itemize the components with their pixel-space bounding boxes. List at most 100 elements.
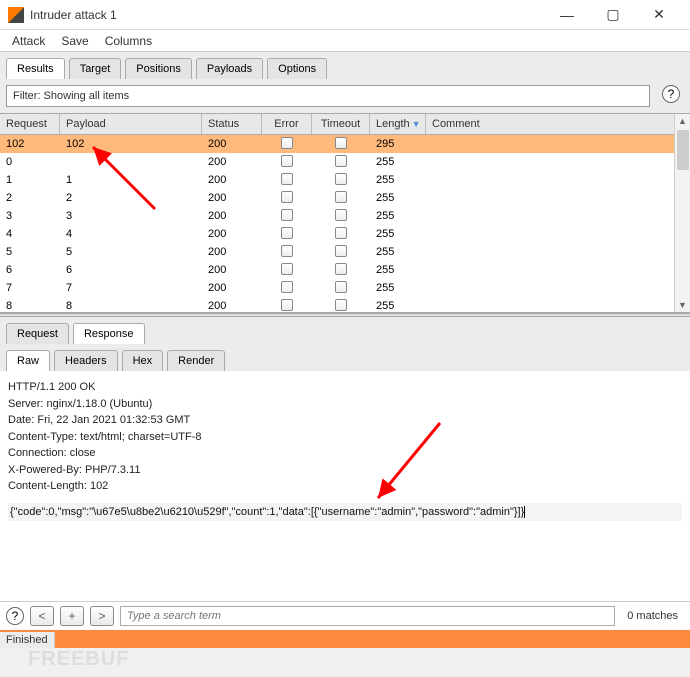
col-request[interactable]: Request [0,114,60,134]
cell-length: 295 [370,136,426,152]
scroll-down-icon[interactable]: ▼ [678,298,687,312]
cell-timeout [312,207,370,226]
tab-render[interactable]: Render [167,350,225,371]
checkbox-icon [281,281,293,293]
search-prev-button[interactable]: < [30,606,54,626]
help-icon[interactable]: ? [6,607,24,625]
menu-columns[interactable]: Columns [99,32,158,50]
checkbox-icon [281,191,293,203]
cell-payload: 6 [60,262,202,278]
cell-payload: 1 [60,172,202,188]
status-label: Finished [0,632,55,648]
matches-label: 0 matches [621,610,684,622]
close-button[interactable] [636,6,682,23]
cell-error [262,153,312,172]
col-comment[interactable]: Comment [426,114,690,134]
menu-attack[interactable]: Attack [6,32,51,50]
table-row[interactable]: 102102200295 [0,135,690,153]
cell-timeout [312,171,370,190]
cell-payload: 7 [60,280,202,296]
cell-status: 200 [202,154,262,170]
cell-comment [426,142,690,146]
col-payload[interactable]: Payload [60,114,202,134]
cell-payload: 4 [60,226,202,242]
cell-length: 255 [370,226,426,242]
text-cursor [524,506,525,518]
checkbox-icon [335,263,347,275]
table-row[interactable]: 44200255 [0,225,690,243]
cell-payload [60,160,202,164]
tab-request[interactable]: Request [6,323,69,344]
table-row[interactable]: 55200255 [0,243,690,261]
detail-area: Request Response Raw Headers Hex Render … [0,317,690,630]
tab-raw[interactable]: Raw [6,350,50,371]
detail-subtabs: Raw Headers Hex Render [0,344,690,371]
cell-request: 1 [0,172,60,188]
table-row[interactable]: 66200255 [0,261,690,279]
vertical-scrollbar[interactable]: ▲ ▼ [674,114,690,312]
tab-payloads[interactable]: Payloads [196,58,263,79]
scroll-up-icon[interactable]: ▲ [678,114,687,128]
tab-positions[interactable]: Positions [125,58,192,79]
cell-request: 8 [0,298,60,313]
table-row[interactable]: 22200255 [0,189,690,207]
raw-view[interactable]: HTTP/1.1 200 OKServer: nginx/1.18.0 (Ubu… [0,371,690,601]
table-row[interactable]: 77200255 [0,279,690,297]
scroll-thumb[interactable] [677,130,689,170]
col-timeout[interactable]: Timeout [312,114,370,134]
sort-indicator-icon: ▼ [412,119,421,129]
search-add-button[interactable]: + [60,606,84,626]
cell-timeout [312,297,370,314]
help-icon[interactable]: ? [662,85,680,103]
cell-error [262,279,312,298]
cell-request: 7 [0,280,60,296]
cell-payload: 2 [60,190,202,206]
cell-timeout [312,279,370,298]
menu-save[interactable]: Save [55,32,94,50]
window-title: Intruder attack 1 [30,8,544,22]
cell-error [262,243,312,262]
table-row[interactable]: 0200255 [0,153,690,171]
tab-hex[interactable]: Hex [122,350,164,371]
minimize-button[interactable] [544,7,590,23]
cell-comment [426,250,690,254]
tab-headers[interactable]: Headers [54,350,118,371]
raw-header-line: Connection: close [8,445,682,462]
cell-request: 102 [0,136,60,152]
col-status[interactable]: Status [202,114,262,134]
search-input[interactable] [120,606,615,626]
raw-header-line: Server: nginx/1.18.0 (Ubuntu) [8,396,682,413]
cell-comment [426,196,690,200]
cell-payload: 8 [60,298,202,313]
table-row[interactable]: 33200255 [0,207,690,225]
checkbox-icon [335,299,347,311]
tab-options[interactable]: Options [267,58,327,79]
cell-timeout [312,225,370,244]
tab-target[interactable]: Target [69,58,122,79]
results-table: Request Payload Status Error Timeout Len… [0,113,690,313]
cell-length: 255 [370,190,426,206]
col-length[interactable]: Length▼ [370,114,426,134]
search-next-button[interactable]: > [90,606,114,626]
checkbox-icon [335,245,347,257]
tab-response[interactable]: Response [73,323,145,344]
cell-length: 255 [370,298,426,313]
filter-box[interactable]: Filter: Showing all items [6,85,650,107]
table-row[interactable]: 88200255 [0,297,690,313]
raw-body: {"code":0,"msg":"\u67e5\u8be2\u6210\u529… [8,503,682,522]
cell-error [262,189,312,208]
watermark: FREEBUF [28,648,129,671]
cell-comment [426,178,690,182]
table-header: Request Payload Status Error Timeout Len… [0,114,690,135]
tab-results[interactable]: Results [6,58,65,79]
checkbox-icon [281,263,293,275]
table-row[interactable]: 11200255 [0,171,690,189]
checkbox-icon [335,191,347,203]
maximize-button[interactable] [590,6,636,23]
checkbox-icon [335,209,347,221]
cell-request: 0 [0,154,60,170]
cell-error [262,135,312,154]
col-error[interactable]: Error [262,114,312,134]
cell-timeout [312,135,370,154]
cell-status: 200 [202,190,262,206]
